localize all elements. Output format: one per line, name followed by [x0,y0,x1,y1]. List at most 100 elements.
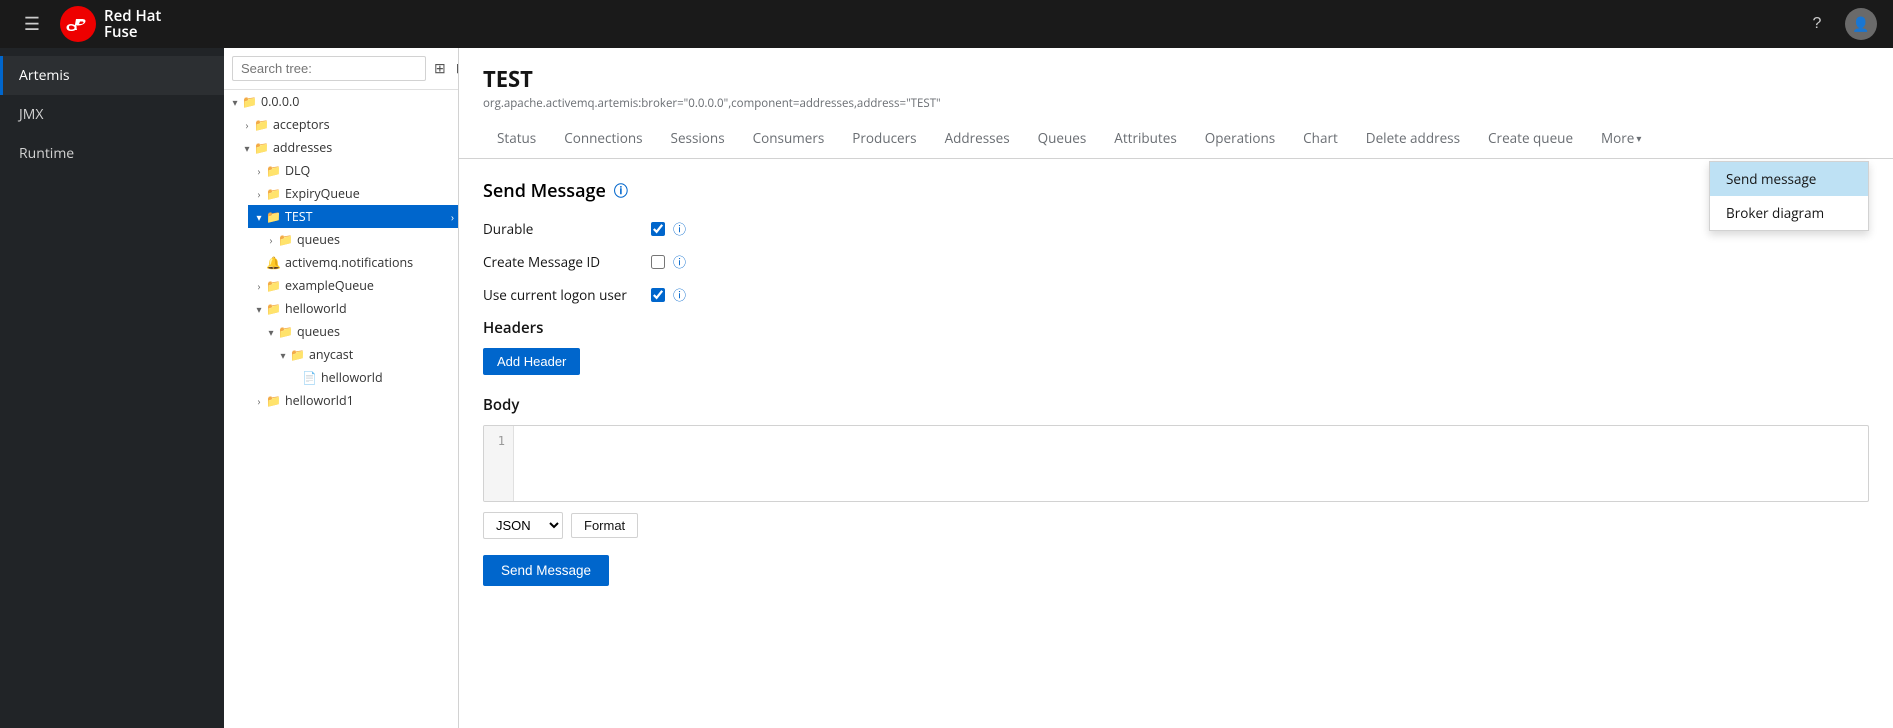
create-message-id-label: Create Message ID [483,253,643,271]
sidebar-item-artemis[interactable]: Artemis [0,56,224,95]
help-button[interactable]: ? [1801,8,1833,40]
tree-node-helloworld-leaf-label[interactable]: 📄 helloworld [284,366,458,389]
tab-more[interactable]: More ▾ [1587,121,1655,158]
tree-toggle-helloworld: ▾ [252,302,266,316]
use-current-logon-checkbox[interactable] [651,288,665,302]
tree-folder-icon-root: 📁 [242,93,257,110]
tree-node-activemq-notifications-label[interactable]: 🔔 activemq.notifications [248,251,458,274]
more-dropdown: Send message Broker diagram [1709,161,1869,231]
tree-node-test-label[interactable]: ▾ 📁 TEST › [248,205,458,228]
tree-node-helloworld1-text: helloworld1 [285,392,354,409]
tree-node-dlq-text: DLQ [285,162,310,179]
help-icon: ? [1813,15,1822,33]
tree-node-expiryqueue: › 📁 ExpiryQueue [248,182,458,205]
tab-chart[interactable]: Chart [1289,121,1352,158]
tab-consumers[interactable]: Consumers [739,121,839,158]
tab-operations[interactable]: Operations [1191,121,1289,158]
tab-producers[interactable]: Producers [838,121,930,158]
tree-toggle-addresses: ▾ [240,141,254,155]
body-editor-content[interactable] [514,426,1868,501]
tab-bar: Status Connections Sessions Consumers Pr… [483,121,1869,158]
tab-connections[interactable]: Connections [550,121,656,158]
tree-node-activemq-notifications: 🔔 activemq.notifications [248,251,458,274]
tree-toggle-anycast: ▾ [276,348,290,362]
tree-search-input[interactable] [232,56,426,81]
tree-node-expiryqueue-label[interactable]: › 📁 ExpiryQueue [248,182,458,205]
more-dropdown-send-message[interactable]: Send message [1710,162,1868,196]
tree-children-addresses: › 📁 DLQ › 📁 ExpiryQueue [236,159,458,412]
tree-node-hw-queues: ▾ 📁 queues ▾ [260,320,458,389]
tree-toggle-root: ▾ [228,95,242,109]
tab-addresses[interactable]: Addresses [931,121,1024,158]
tree-expand-all-button[interactable]: ⊞ [430,58,450,79]
tree-node-test-queues-text: queues [297,231,340,248]
tree-node-anycast-text: anycast [309,346,353,363]
tree-node-helloworld-leaf: 📄 helloworld [284,366,458,389]
tree-folder-icon-dlq: 📁 [266,162,281,179]
tab-delete-address[interactable]: Delete address [1352,121,1474,158]
avatar-icon: 👤 [1852,15,1869,34]
brand: Red Hat Fuse [60,6,161,42]
create-message-id-checkbox[interactable] [651,255,665,269]
tree-node-helloworld-label[interactable]: ▾ 📁 helloworld [248,297,458,320]
tree-collapse-all-button[interactable]: ⊟ [452,58,459,79]
format-row: JSON XML Text Format [483,512,1869,539]
sidebar-item-jmx[interactable]: JMX [0,95,224,134]
tree-node-examplequeue: › 📁 exampleQueue [248,274,458,297]
tree-folder-icon-helloworld1: 📁 [266,392,281,409]
tree-children-hw-queues: ▾ 📁 anycast [260,343,458,389]
avatar[interactable]: 👤 [1845,8,1877,40]
tab-sessions[interactable]: Sessions [657,121,739,158]
tree-node-helloworld: ▾ 📁 helloworld ▾ 📁 que [248,297,458,389]
page-subtitle: org.apache.activemq.artemis:broker="0.0.… [483,96,1869,111]
durable-info-icon[interactable]: ⓘ [673,219,686,238]
create-message-id-row: Create Message ID ⓘ [483,252,1869,271]
more-dropdown-broker-diagram[interactable]: Broker diagram [1710,196,1868,230]
tab-status[interactable]: Status [483,121,550,158]
tree-node-addresses-label[interactable]: ▾ 📁 addresses [236,136,458,159]
tree-children-test: › 📁 queues [248,228,458,251]
redhat-logo [60,6,96,42]
tree-node-acceptors-text: acceptors [273,116,330,133]
tree-search-icons: ⊞ ⊟ [430,58,459,79]
tree-node-root-text: 0.0.0.0 [261,93,299,110]
tree-node-dlq-label[interactable]: › 📁 DLQ [248,159,458,182]
hamburger-icon: ☰ [24,14,40,35]
tree-node-helloworld-leaf-text: helloworld [321,369,383,386]
body-section-title: Body [483,395,1869,415]
tree-node-dlq: › 📁 DLQ [248,159,458,182]
tree-node-anycast-label[interactable]: ▾ 📁 anycast [272,343,458,366]
durable-checkbox[interactable] [651,222,665,236]
sidebar-item-runtime[interactable]: Runtime [0,134,224,173]
send-message-help-icon[interactable]: ⓘ [614,181,628,201]
tree-node-root-label[interactable]: ▾ 📁 0.0.0.0 [224,90,458,113]
hamburger-button[interactable]: ☰ [16,8,48,40]
add-header-button[interactable]: Add Header [483,348,580,375]
tree-toggle-hw-queues: ▾ [264,325,278,339]
use-current-logon-info-icon[interactable]: ⓘ [673,285,686,304]
tree-node-acceptors-label[interactable]: › 📁 acceptors [236,113,458,136]
tree-folder-icon-addresses: 📁 [254,139,269,156]
tree-search-bar: ⊞ ⊟ [224,48,458,90]
page-header: TEST org.apache.activemq.artemis:broker=… [459,48,1893,159]
expand-all-icon: ⊞ [434,60,446,76]
tree-node-helloworld1-label[interactable]: › 📁 helloworld1 [248,389,458,412]
use-current-logon-label: Use current logon user [483,286,643,304]
create-message-id-info-icon[interactable]: ⓘ [673,252,686,271]
format-button[interactable]: Format [571,513,638,538]
tree-node-examplequeue-label[interactable]: › 📁 exampleQueue [248,274,458,297]
send-message-button[interactable]: Send Message [483,555,609,586]
use-current-logon-row: Use current logon user ⓘ [483,285,1869,304]
tree-node-test-queues-label[interactable]: › 📁 queues [260,228,458,251]
format-select[interactable]: JSON XML Text [483,512,563,539]
tree-node-test-arrow: › [451,210,454,224]
sidebar-item-artemis-label: Artemis [19,66,70,85]
tab-queues[interactable]: Queues [1024,121,1101,158]
tree-toggle-test: ▾ [252,210,266,224]
tab-create-queue[interactable]: Create queue [1474,121,1587,158]
tree-node-hw-queues-label[interactable]: ▾ 📁 queues [260,320,458,343]
tree-folder-icon-examplequeue: 📁 [266,277,281,294]
tab-attributes[interactable]: Attributes [1100,121,1190,158]
tree-folder-icon-expiryqueue: 📁 [266,185,281,202]
tree-folder-icon-test-queues: 📁 [278,231,293,248]
